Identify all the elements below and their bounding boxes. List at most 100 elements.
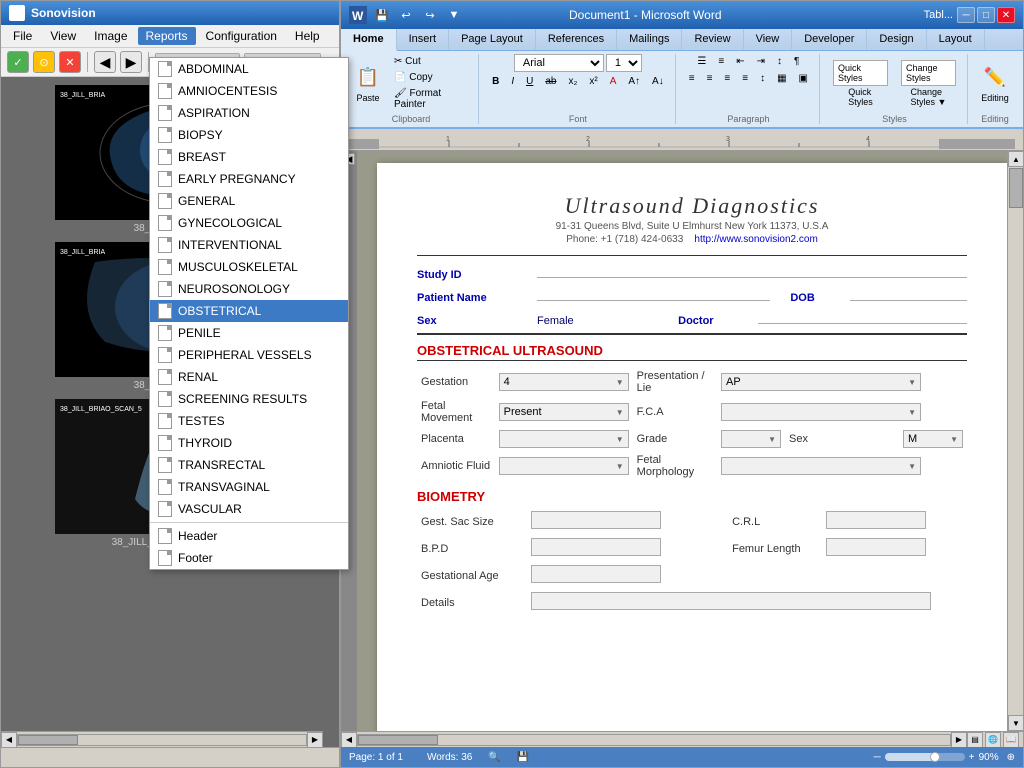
line-spacing-btn[interactable]: ↕ xyxy=(755,71,770,86)
close-btn[interactable]: ✕ xyxy=(997,7,1015,23)
tab-developer[interactable]: Developer xyxy=(792,29,867,50)
report-aspiration[interactable]: ASPIRATION xyxy=(150,102,348,124)
bold-btn[interactable]: B xyxy=(487,74,504,89)
align-center-btn[interactable]: ≡ xyxy=(702,71,718,86)
gest-sac-input[interactable] xyxy=(531,511,661,529)
report-abdominal[interactable]: ABDOMINAL xyxy=(150,58,348,80)
italic-btn[interactable]: I xyxy=(506,74,519,89)
qat-dropdown-btn[interactable]: ▼ xyxy=(445,6,463,24)
report-thyroid[interactable]: THYROID xyxy=(150,432,348,454)
report-footer[interactable]: Footer xyxy=(150,547,348,569)
menu-image[interactable]: Image xyxy=(86,27,135,45)
menu-reports[interactable]: Reports xyxy=(138,27,196,45)
paste-btn[interactable]: 📋 Paste xyxy=(350,61,386,106)
fca-select[interactable]: ▼ xyxy=(721,403,921,421)
outdent-btn[interactable]: ⇤ xyxy=(731,54,749,69)
hscroll-word-left-btn[interactable]: ◀ xyxy=(341,732,357,748)
report-transrectal[interactable]: TRANSRECTAL xyxy=(150,454,348,476)
sonovision-hscrollbar[interactable]: ◀ ▶ xyxy=(1,731,323,747)
report-obstetrical[interactable]: OBSTETRICAL xyxy=(150,300,348,322)
align-right-btn[interactable]: ≡ xyxy=(719,71,735,86)
tab-references[interactable]: References xyxy=(536,29,617,50)
menu-help[interactable]: Help xyxy=(287,27,328,45)
justify-btn[interactable]: ≡ xyxy=(737,71,753,86)
toolbar-red-btn[interactable]: ✕ xyxy=(59,51,81,73)
report-screening[interactable]: SCREENING RESULTS xyxy=(150,388,348,410)
details-input[interactable] xyxy=(531,592,931,610)
report-penile[interactable]: PENILE xyxy=(150,322,348,344)
vscroll-track[interactable] xyxy=(1008,167,1023,715)
zoom-in-btn[interactable]: + xyxy=(969,752,975,763)
placenta-select[interactable]: ▼ xyxy=(499,430,629,448)
report-breast[interactable]: BREAST xyxy=(150,146,348,168)
nav-forward-btn[interactable]: ▶ xyxy=(120,51,142,73)
tab-page-layout[interactable]: Page Layout xyxy=(449,29,536,50)
strikethrough-btn[interactable]: ab xyxy=(540,74,561,89)
toolbar-green-btn[interactable]: ✓ xyxy=(7,51,29,73)
menu-view[interactable]: View xyxy=(42,27,84,45)
report-general[interactable]: GENERAL xyxy=(150,190,348,212)
superscript-btn[interactable]: x² xyxy=(584,74,602,89)
qat-undo-btn[interactable]: ↩ xyxy=(397,6,415,24)
hscroll-right-btn[interactable]: ▶ xyxy=(307,732,323,748)
fetal-movement-select[interactable]: Present ▼ xyxy=(499,403,629,421)
font-color-btn[interactable]: A xyxy=(605,74,622,89)
qat-redo-btn[interactable]: ↪ xyxy=(421,6,439,24)
maximize-btn[interactable]: □ xyxy=(977,7,995,23)
font-size-grow-btn[interactable]: A↑ xyxy=(623,74,645,89)
report-header[interactable]: Header xyxy=(150,525,348,547)
crl-input[interactable] xyxy=(826,511,926,529)
report-gynecological[interactable]: GYNECOLOGICAL xyxy=(150,212,348,234)
status-expand-btn[interactable]: ⊕ xyxy=(1007,752,1015,763)
bullets-btn[interactable]: ☰ xyxy=(692,54,711,69)
menu-configuration[interactable]: Configuration xyxy=(198,27,285,45)
presentation-select[interactable]: AP ▼ xyxy=(721,373,921,391)
borders-btn[interactable]: ▣ xyxy=(794,71,813,86)
report-testes[interactable]: TESTES xyxy=(150,410,348,432)
view-normal-btn[interactable]: ▤ xyxy=(967,732,983,748)
amniotic-select[interactable]: ▼ xyxy=(499,457,629,475)
quick-styles-btn[interactable]: Quick Styles QuickStyles xyxy=(828,57,893,110)
fetal-morph-select[interactable]: ▼ xyxy=(721,457,921,475)
report-renal[interactable]: RENAL xyxy=(150,366,348,388)
report-early-pregnancy[interactable]: EARLY PREGNANCY xyxy=(150,168,348,190)
gestational-age-input[interactable] xyxy=(531,565,661,583)
minimize-btn[interactable]: ─ xyxy=(957,7,975,23)
show-hide-btn[interactable]: ¶ xyxy=(789,54,804,69)
hscroll-word-right-btn[interactable]: ▶ xyxy=(951,732,967,748)
sex-field-select[interactable]: M ▼ xyxy=(903,430,963,448)
menu-file[interactable]: File xyxy=(5,27,40,45)
report-peripheral-vessels[interactable]: PERIPHERAL VESSELS xyxy=(150,344,348,366)
copy-btn[interactable]: 📄 Copy xyxy=(389,70,472,85)
report-neurosonology[interactable]: NEUROSONOLOGY xyxy=(150,278,348,300)
format-painter-btn[interactable]: 🖌 Format Painter xyxy=(389,86,472,112)
vscroll-down-btn[interactable]: ▼ xyxy=(1008,715,1023,731)
report-vascular[interactable]: VASCULAR xyxy=(150,498,348,520)
report-transvaginal[interactable]: TRANSVAGINAL xyxy=(150,476,348,498)
femur-input[interactable] xyxy=(826,538,926,556)
report-amniocentesis[interactable]: AMNIOCENTESIS xyxy=(150,80,348,102)
bpd-input[interactable] xyxy=(531,538,661,556)
change-styles-btn[interactable]: ChangeStyles ChangeStyles ▼ xyxy=(896,57,961,110)
vscroll-up-btn[interactable]: ▲ xyxy=(1008,151,1023,167)
qat-save-btn[interactable]: 💾 xyxy=(373,6,391,24)
vscroll-thumb[interactable] xyxy=(1009,168,1023,208)
report-interventional[interactable]: INTERVENTIONAL xyxy=(150,234,348,256)
align-left-btn[interactable]: ≡ xyxy=(684,71,700,86)
tab-view[interactable]: View xyxy=(744,29,793,50)
zoom-out-btn[interactable]: ─ xyxy=(874,752,881,763)
sort-btn[interactable]: ↕ xyxy=(772,54,787,69)
font-size-select[interactable]: 10 xyxy=(606,54,642,72)
word-hscrollbar[interactable]: ◀ ▶ ▤ 🌐 📖 xyxy=(341,731,1023,747)
tab-insert[interactable]: Insert xyxy=(397,29,450,50)
grade-select[interactable]: ▼ xyxy=(721,430,781,448)
tab-home[interactable]: Home xyxy=(341,29,397,51)
report-musculoskeletal[interactable]: MUSCULOSKELETAL xyxy=(150,256,348,278)
tab-mailings[interactable]: Mailings xyxy=(617,29,682,50)
word-doc-area[interactable]: ◀ Ultrasound Diagnostics 91-31 Queens Bl… xyxy=(341,151,1023,731)
view-read-btn[interactable]: 📖 xyxy=(1003,732,1019,748)
font-size-shrink-btn[interactable]: A↓ xyxy=(647,74,669,89)
subscript-btn[interactable]: x₂ xyxy=(563,74,582,89)
tab-design[interactable]: Design xyxy=(867,29,926,50)
shading-btn[interactable]: ▦ xyxy=(772,71,791,86)
